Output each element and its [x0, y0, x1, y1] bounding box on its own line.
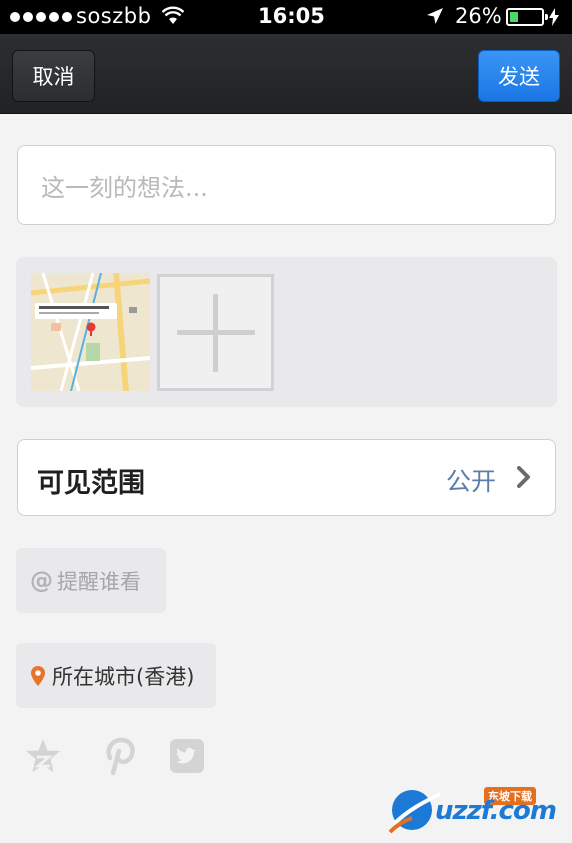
signal-strength-icon — [10, 12, 72, 22]
add-photo-button[interactable] — [157, 274, 274, 391]
location-services-icon — [427, 8, 443, 24]
chevron-right-icon — [517, 466, 530, 488]
location-button[interactable]: 所在城市(香港) — [16, 643, 216, 708]
navigation-bar: 取消 发送 — [0, 34, 572, 114]
wifi-icon — [162, 6, 184, 24]
location-pin-icon — [30, 665, 46, 687]
twitter-icon[interactable] — [168, 737, 206, 775]
pinterest-icon[interactable] — [100, 737, 138, 775]
battery-icon — [506, 8, 548, 26]
thought-input[interactable]: 这一刻的想法... — [17, 145, 556, 225]
battery-percentage: 26% — [455, 4, 502, 28]
visibility-label: 可见范围 — [37, 468, 145, 499]
send-button[interactable]: 发送 — [478, 50, 560, 102]
map-image — [31, 273, 150, 391]
cancel-button[interactable]: 取消 — [12, 50, 95, 102]
visibility-row[interactable]: 可见范围 公开 — [17, 439, 556, 516]
mention-button[interactable]: @ 提醒谁看 — [16, 548, 166, 613]
watermark-brand: uzzf.com — [435, 796, 557, 826]
mention-label: 提醒谁看 — [57, 569, 141, 594]
at-icon: @ — [30, 567, 53, 594]
status-bar: soszbb 16:05 26% — [0, 0, 572, 34]
photo-area — [16, 257, 557, 407]
charging-icon — [549, 8, 559, 26]
carrier-name: soszbb — [76, 4, 152, 28]
star-share-icon[interactable] — [24, 737, 62, 775]
status-time: 16:05 — [258, 4, 325, 28]
location-label: 所在城市(香港) — [52, 664, 195, 689]
visibility-value: 公开 — [446, 467, 497, 496]
map-photo-thumbnail[interactable] — [31, 273, 150, 391]
